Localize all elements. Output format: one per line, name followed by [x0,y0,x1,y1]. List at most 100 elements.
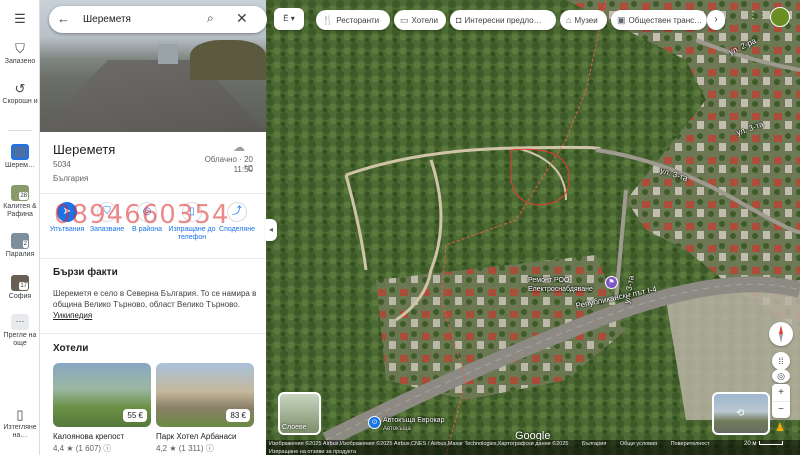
nearby-button[interactable]: ◎ В района [126,202,168,234]
nearby-icon: ◎ [137,202,157,222]
divider [40,333,266,334]
privacy-link[interactable]: Поверителност [671,441,710,447]
layer-type-button[interactable]: Ё ▾ [274,8,304,30]
rail-recent-place[interactable]: 2 Паралия [0,233,40,259]
rail-recent-place[interactable]: 28 Калитея & Рафина [0,185,40,219]
rail-divider [8,130,32,131]
send-to-phone-button[interactable]: ▯ Изпращане до телефон [168,202,216,242]
apps-grid-icon[interactable]: ⁞⁞ [772,352,790,370]
place-thumbnail: 17 [11,275,29,291]
collapse-panel-button[interactable]: ◂ [265,219,277,241]
avatar[interactable] [770,7,790,27]
place-postcode: 5034 [53,160,71,169]
back-arrow-icon[interactable]: ← [57,11,70,26]
rail-label: Калитея & Рафина [3,203,37,218]
quick-facts-title: Бързи факти [53,267,118,278]
my-location-icon[interactable]: ◎ [772,369,790,383]
zoom-out-button[interactable]: − [772,401,790,418]
layers-label: Слоеве [282,424,307,431]
layers-icon: Ё ▾ [283,14,295,23]
scale-bar[interactable]: 20 м [744,441,784,447]
hotel-name[interactable]: Парк Хотел Арбанаси [156,432,237,441]
museum-icon: ⌂ [566,15,572,25]
close-icon[interactable]: ✕ [236,10,248,27]
search-icon[interactable]: ⌕ [207,11,214,26]
place-thumbnail: 2 [11,233,29,249]
divider [40,193,266,194]
layers-button[interactable]: Слоеве [278,392,321,435]
chips-next-button[interactable]: › [707,10,725,30]
wikipedia-link[interactable]: Уикипедия [53,311,92,320]
save-button[interactable]: ⛉ Запазване [86,202,128,234]
chip-restaurants[interactable]: 🍴 Ресторанти [316,10,390,30]
rail-recent-place[interactable]: 17 София [0,275,40,301]
attribution-text: Изображения ©2025 Airbus,Изображения ©20… [269,441,569,447]
feedback-link[interactable]: Изпращане на отзиви за продукта [269,449,356,455]
rail-recent-place[interactable]: Шерем… [0,144,40,170]
action-label: Упътвания [49,226,85,233]
hotel-card[interactable]: 55 € [53,363,151,427]
count-badge: 17 [19,282,28,290]
left-rail: ☰ ⛉ Запазено ↺ Скорошн и Шерем… 28 Калит… [0,0,40,455]
hotel-rating: 4,2 ★ (1 311) ⓘ [156,444,214,453]
menu-button[interactable]: ☰ [0,12,40,28]
hotel-price: 55 € [123,409,147,422]
pegman-icon[interactable]: ♟ [775,421,785,434]
search-input[interactable]: Шереметя [83,14,131,25]
hotel-name[interactable]: Калоянова крепост [53,432,124,441]
rotate-icon: ⟲ [736,408,745,419]
quick-facts-text: Шереметя е село в Северна България. То с… [53,288,258,321]
street-view-thumbnail[interactable]: ⟲ [712,392,770,435]
directions-button[interactable]: ➤ Упътвания [46,202,88,234]
chevron-right-icon: › [714,14,718,25]
place-thumbnail: 28 [11,185,29,201]
phone-icon: ▯ [16,407,24,422]
share-button[interactable]: ⤴ Споделяне [216,202,258,234]
car-dealer-pin-icon[interactable]: ⊙ [368,416,381,429]
facts-body: Шереметя е село в Северна България. То с… [53,289,257,309]
tree-image-part [190,40,266,80]
place-panel: Шереметя 5034 България ☁ Облачно · 20 °C… [40,0,266,455]
chip-transit[interactable]: ▣ Обществен транс… [611,10,707,30]
satellite-map[interactable] [266,0,800,455]
bookmark-icon: ⛉ [15,41,25,56]
country-link[interactable]: България [582,441,606,447]
zoom-in-button[interactable]: + [772,384,790,401]
rail-label: Паралия [5,251,35,258]
send-to-phone-icon: ▯ [182,202,202,222]
rail-saved[interactable]: ⛉ Запазено [0,42,40,66]
history-icon: ↺ [14,81,26,96]
apps-grid-icon[interactable]: ⋮⋮ [748,10,768,21]
share-icon: ⤴ [227,202,247,222]
poi-sublabel: Автокъща [383,426,411,432]
poi-label[interactable]: Автокъща Еврокар [383,416,444,425]
rail-label: Запазено [4,58,36,65]
compass-icon[interactable] [769,322,793,346]
rail-label: Скорошн и [2,98,38,105]
hotel-icon: ▭ [400,15,409,25]
rail-more[interactable]: ··· Прегле на още [0,314,40,348]
chip-museums[interactable]: ⌂ Музеи [560,10,607,30]
chip-label: Ресторанти [336,16,380,25]
action-label: В района [132,226,162,233]
hotel-rating: 4,4 ★ (1 607) ⓘ [53,444,112,453]
place-title: Шереметя [53,142,116,157]
chip-points-of-interest[interactable]: ◘ Интересни предло… [450,10,556,30]
count-badge: 28 [19,192,28,200]
hotel-price: 83 € [226,409,250,422]
directions-icon: ➤ [57,202,77,222]
hotels-title: Хотели [53,343,89,354]
rail-download-app[interactable]: ▯ Изтегляне на… [0,408,40,440]
chip-label: Хотели [411,16,438,25]
rail-label: София [8,293,32,300]
poi-label[interactable]: Ремонт РОО-Електроснабдяване [528,276,608,294]
search-box[interactable]: ← Шереметя ⌕ ✕ [49,6,267,33]
terms-link[interactable]: Общи условия [620,441,657,447]
chip-label: Музеи [574,16,598,25]
hotel-card[interactable]: 83 € [156,363,254,427]
chip-hotels[interactable]: ▭ Хотели [394,10,446,30]
truck-image-part [158,44,178,64]
rail-recent[interactable]: ↺ Скорошн и [0,82,40,106]
count-badge: 2 [22,240,28,248]
menu-icon: ☰ [14,11,26,26]
